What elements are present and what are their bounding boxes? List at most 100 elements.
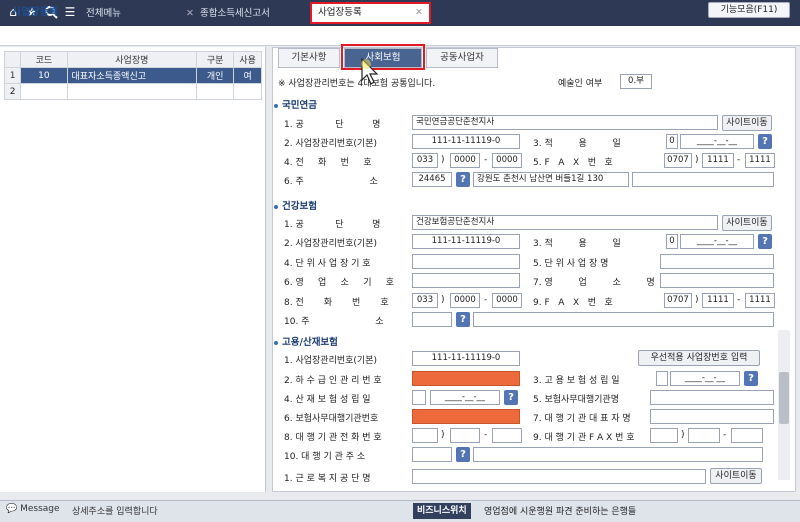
business-switch-label[interactable]: 비즈니스위치 [413,503,471,519]
emp-subcontract-label: 2. 하 수 급 인 관 리 번 호 [284,376,382,386]
health-unit-code-field[interactable] [412,254,520,269]
emp-mgmt-label: 1. 사업장관리번호(기본) [284,356,377,366]
tab-business-registration[interactable]: 사업장등록 ✕ [310,2,431,24]
cell-type[interactable] [196,83,235,100]
artist-flag-label: 예술인 여부 [558,79,603,89]
emp-agency-phone-label: 8. 대 행 기 관 전 화 번 호 [284,433,382,443]
pension-apply-date-field[interactable]: ____-__-__ [680,134,754,149]
pension-agency-label: 1. 공 단 명 [284,120,381,130]
health-site-button[interactable]: 사이트이동 [722,215,772,231]
lookup-icon[interactable]: ? [504,390,518,405]
emp-agency-number-field[interactable] [412,409,520,424]
health-address-label: 10. 주 소 [284,317,384,327]
pension-apply-flag[interactable]: 0 [666,134,678,149]
emp-industrial-flag[interactable] [412,390,426,405]
row-num-header [3,51,22,68]
emp-agency-zip-field[interactable] [412,447,452,462]
health-agency-field[interactable]: 건강보험공단춘천지사 [412,215,718,230]
lookup-icon[interactable]: ? [456,172,470,187]
health-fax-3[interactable]: 1111 [745,293,775,308]
tab-all-menu[interactable]: 전체메뉴 [80,4,121,24]
menu-icon[interactable]: ☰ [63,5,77,19]
emp-agency-number-label: 6. 보험사무대행기관번호 [284,414,379,424]
health-address-field[interactable] [473,312,774,327]
emp-agency-phone-2[interactable] [450,428,480,443]
pension-phone-label: 4. 전 화 번 호 [284,158,372,168]
welfare-agency-label: 1. 근 로 복 지 공 단 명 [284,474,371,484]
pension-site-button[interactable]: 사이트이동 [722,115,772,131]
health-office-code-field[interactable] [412,273,520,288]
pension-fax-2[interactable]: 1111 [702,153,734,168]
lookup-icon[interactable]: ? [744,371,758,386]
lookup-icon[interactable]: ? [456,447,470,462]
lookup-icon[interactable]: ? [758,134,772,149]
lookup-icon[interactable]: ? [758,234,772,249]
cell-code[interactable] [20,83,68,100]
function-menu-button[interactable]: 기능모음(F11) [708,2,790,18]
cell-name[interactable] [66,83,198,100]
separator: ) [441,430,445,440]
welfare-agency-field[interactable] [412,469,706,484]
health-zip-field[interactable] [412,312,452,327]
tab-highlight-box [341,44,425,70]
pension-address-detail-field[interactable] [632,172,774,187]
emp-agency-fax-3[interactable] [731,428,763,443]
cell-name[interactable]: 대표자소득종액신고 [66,67,198,84]
pension-agency-field[interactable]: 국민연금공단춘천지사 [412,115,718,130]
tab-basic-info[interactable]: 기본사항 [278,48,340,68]
table-row[interactable]: 2 [3,83,262,100]
tab-co-business[interactable]: 공동사업자 [426,48,498,68]
emp-agency-phone-3[interactable] [492,428,522,443]
pension-address-field[interactable]: 강원도 춘천시 남산면 버들1길 130 [473,172,629,187]
row-number: 1 [3,67,22,84]
cell-code[interactable]: 10 [20,67,68,84]
grid-header: 코드 사업장명 구분 사용 [3,51,262,68]
close-icon[interactable]: ✕ [415,4,423,22]
emp-agency-rep-field[interactable] [650,409,774,424]
health-apply-date-label: 3. 적 용 일 [533,239,621,249]
health-apply-flag[interactable]: 0 [666,234,678,249]
cell-type[interactable]: 개인 [196,67,235,84]
emp-agency-address-field[interactable] [473,447,763,462]
notice-text: ※ 사업장관리번호는 4대보험 공통입니다. [278,79,436,89]
pension-zip-field[interactable]: 24465 [412,172,452,187]
pension-phone-2[interactable]: 0000 [450,153,480,168]
emp-insurance-date-label: 3. 고 용 보 험 성 립 일 [533,376,620,386]
cell-use[interactable] [233,83,262,100]
table-row[interactable]: 1 10 대표자소득종액신고 개인 여 [3,67,262,84]
health-phone-1[interactable]: 033 [412,293,438,308]
pension-fax-3[interactable]: 1111 [745,153,775,168]
pension-mgmt-field[interactable]: 111-11-11119-0 [412,134,520,149]
priority-business-number-button[interactable]: 우선적용 사업장번호 입력 [638,350,760,366]
emp-agency-name-field[interactable] [650,390,774,405]
emp-agency-fax-1[interactable] [650,428,678,443]
emp-industrial-date-field[interactable]: ____-__-__ [430,390,500,405]
health-office-name-field[interactable] [660,273,774,288]
emp-insurance-date-field[interactable]: ____-__-__ [670,371,740,386]
emp-agency-fax-2[interactable] [688,428,720,443]
health-phone-3[interactable]: 0000 [492,293,522,308]
health-apply-date-field[interactable]: ____-__-__ [680,234,754,249]
welfare-site-button[interactable]: 사이트이동 [710,468,762,484]
tab-income-tax-return[interactable]: ✕ 종합소득세신고서 [180,4,270,24]
scrollbar-thumb[interactable] [779,372,789,424]
health-fax-label: 9. F A X 번 호 [533,298,613,308]
close-icon[interactable]: ✕ [186,8,194,19]
cell-use[interactable]: 여 [233,67,262,84]
health-unit-name-field[interactable] [660,254,774,269]
news-ticker[interactable]: 영업점에 시운행원 파견 준비하는 은행들 [484,504,636,517]
health-fax-2[interactable]: 1111 [702,293,734,308]
emp-mgmt-field[interactable]: 111-11-11119-0 [412,351,520,366]
lookup-icon[interactable]: ? [456,312,470,327]
pension-phone-1[interactable]: 033 [412,153,438,168]
health-phone-2[interactable]: 0000 [450,293,480,308]
artist-flag-field[interactable]: 0.부 [620,74,652,89]
pension-fax-1[interactable]: 0707 [664,153,692,168]
health-mgmt-field[interactable]: 111-11-11119-0 [412,234,520,249]
emp-subcontract-field[interactable] [412,371,520,386]
pension-phone-3[interactable]: 0000 [492,153,522,168]
emp-agency-phone-1[interactable] [412,428,438,443]
health-fax-1[interactable]: 0707 [664,293,692,308]
emp-agency-rep-label: 7. 대 행 기 관 대 표 자 명 [533,414,631,424]
emp-insurance-flag[interactable] [656,371,668,386]
